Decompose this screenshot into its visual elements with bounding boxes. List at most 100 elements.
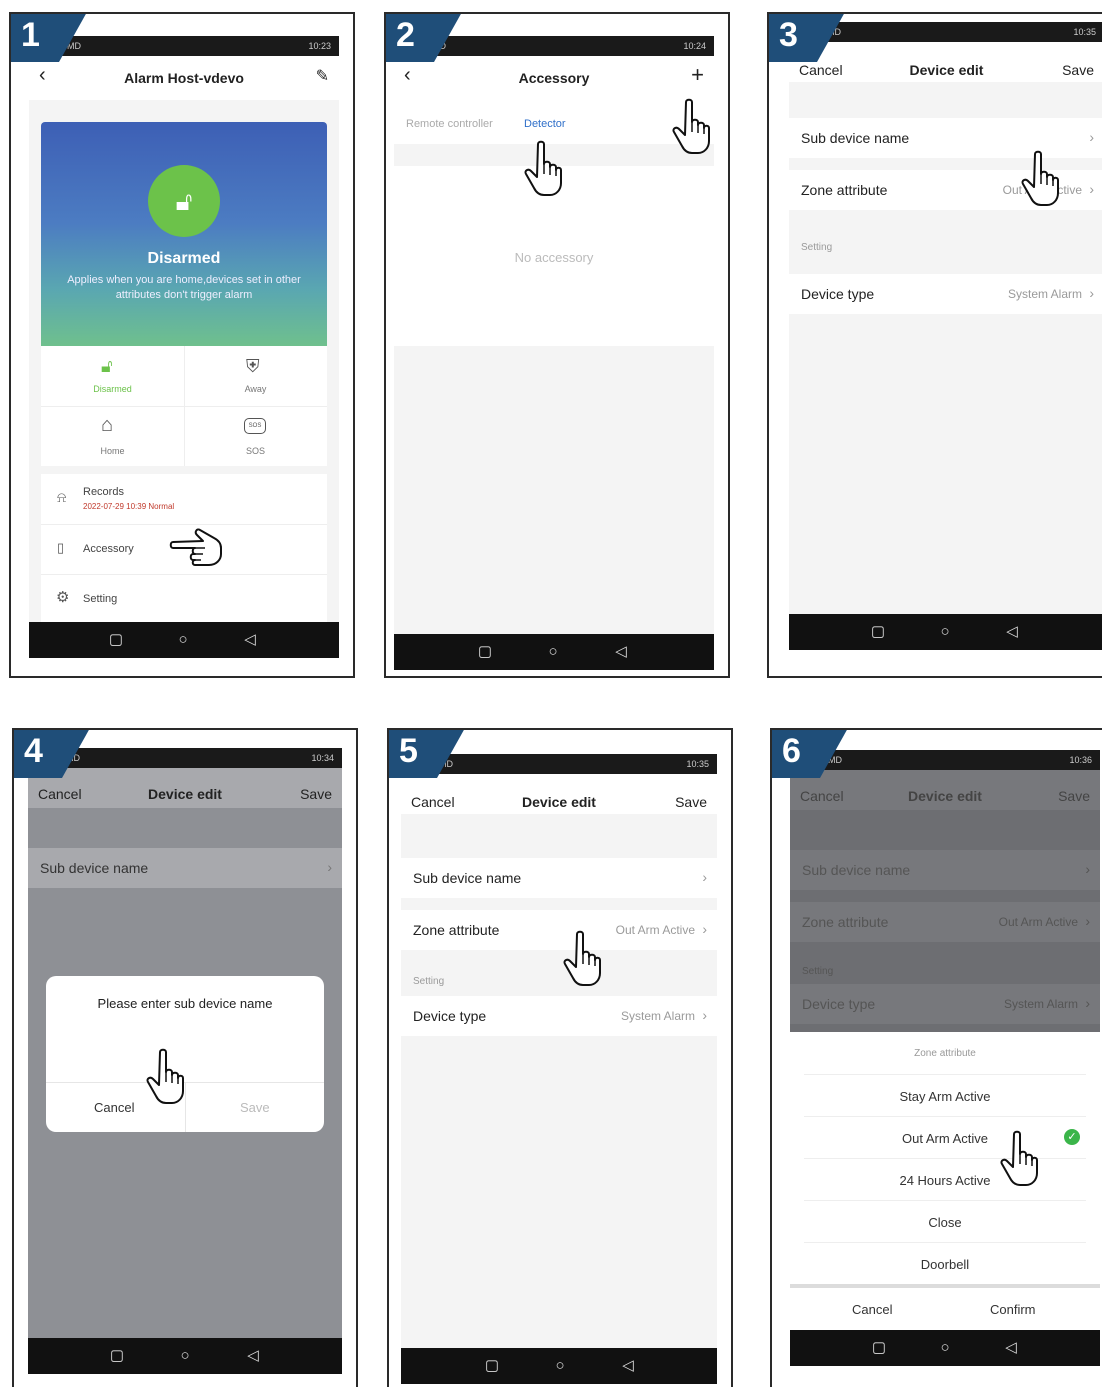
dialog-cancel-button[interactable]: Cancel: [94, 1100, 134, 1115]
save-button[interactable]: Save: [300, 786, 332, 802]
circle-nav-icon[interactable]: ○: [551, 1357, 569, 1375]
arm-state-label: Disarmed: [147, 250, 221, 267]
save-button[interactable]: Save: [675, 794, 707, 810]
sheet-confirm-button[interactable]: Confirm: [990, 1302, 1036, 1317]
section-header: Setting: [413, 976, 445, 987]
row-label: Device type: [802, 996, 876, 1012]
page-title: Device edit: [908, 788, 982, 804]
header: ‹ Alarm Host-vdevo ✎: [29, 56, 339, 100]
circle-nav-icon[interactable]: ○: [544, 643, 562, 661]
row-label: Zone attribute: [802, 914, 889, 930]
row-zone-attribute[interactable]: Zone attribute Out Arm Active ›: [401, 910, 717, 950]
plus-icon[interactable]: +: [691, 62, 704, 88]
header: Cancel Device edit Save: [401, 774, 717, 814]
menu-label: Setting: [83, 593, 118, 605]
mode-label: Disarmed: [93, 384, 132, 394]
save-button[interactable]: Save: [1062, 62, 1094, 78]
edit-icon[interactable]: ✎: [316, 66, 329, 86]
triangle-back-icon[interactable]: ◁: [1003, 623, 1021, 641]
menu-records[interactable]: ⍾ Records 2022-07-29 10:39 Normal: [41, 474, 327, 525]
mode-sos[interactable]: SOS SOS: [184, 406, 327, 466]
triangle-back-icon[interactable]: ◁: [612, 643, 630, 661]
page-title: Alarm Host-vdevo: [124, 70, 244, 86]
lock-open-icon[interactable]: 🔓︎: [148, 165, 220, 237]
triangle-back-icon[interactable]: ◁: [244, 1347, 262, 1365]
row-sub-device-name[interactable]: Sub device name ›: [790, 850, 1100, 890]
chevron-right-icon: ›: [1085, 913, 1090, 929]
step-panel-5: 5 MD 10:35 Cancel Device edit Save Sub de…: [387, 728, 733, 1387]
row-value: Out Arm Active: [998, 915, 1078, 929]
lock-open-icon: 🔓︎: [101, 356, 113, 376]
android-nav-bar: ▢ ○ ◁: [29, 622, 339, 658]
menu-label: Records: [83, 486, 124, 498]
phone-screen: MD 10:35 Cancel Device edit Save Sub devi…: [789, 22, 1102, 650]
option-label: 24 Hours Active: [899, 1173, 991, 1188]
option-close[interactable]: Close: [804, 1200, 1086, 1243]
circle-nav-icon[interactable]: ○: [176, 1347, 194, 1365]
page-title: Accessory: [518, 70, 590, 86]
square-nav-icon[interactable]: ▢: [107, 631, 125, 649]
triangle-back-icon[interactable]: ◁: [1002, 1339, 1020, 1357]
row-device-type[interactable]: Device type System Alarm ›: [401, 996, 717, 1036]
row-sub-device-name[interactable]: Sub device name ›: [401, 858, 717, 898]
record-timestamp: 2022-07-29 10:39 Normal: [83, 502, 175, 511]
chevron-right-icon: ›: [702, 921, 707, 937]
option-stay-arm-active[interactable]: Stay Arm Active: [804, 1074, 1086, 1117]
step-badge: 5: [389, 730, 465, 778]
dialog-save-button[interactable]: Save: [240, 1100, 270, 1115]
pointing-hand-icon: [1021, 150, 1061, 206]
square-nav-icon[interactable]: ▢: [870, 1339, 888, 1357]
option-24-hours-active[interactable]: 24 Hours Active: [804, 1158, 1086, 1201]
pointing-hand-icon: [169, 528, 229, 572]
step-badge: 6: [772, 730, 848, 778]
option-doorbell[interactable]: Doorbell: [804, 1242, 1086, 1285]
row-label: Device type: [413, 1008, 487, 1024]
chevron-right-icon: ›: [702, 869, 707, 885]
circle-nav-icon[interactable]: ○: [936, 1339, 954, 1357]
triangle-back-icon[interactable]: ◁: [241, 631, 259, 649]
mode-grid: 🔓︎ Disarmed ⛨ Away ⌂ Home SOS SOS: [41, 346, 327, 466]
pointing-hand-icon: [563, 930, 603, 986]
phone-screen: MD 10:36 Cancel Device edit Save Sub devi…: [790, 750, 1100, 1366]
row-value: System Alarm: [1007, 287, 1082, 301]
menu-setting[interactable]: ⚙ Setting: [41, 574, 327, 624]
gear-icon: ⚙: [56, 589, 70, 606]
mode-away[interactable]: ⛨ Away: [184, 346, 327, 407]
tab-bar: Remote controller Detector: [394, 100, 714, 144]
triangle-back-icon[interactable]: ◁: [619, 1357, 637, 1375]
option-out-arm-active[interactable]: Out Arm Active ✓: [804, 1116, 1086, 1159]
row-value: System Alarm: [1003, 997, 1078, 1011]
square-nav-icon[interactable]: ▢: [476, 643, 494, 661]
option-label: Doorbell: [920, 1257, 970, 1272]
square-nav-icon[interactable]: ▢: [108, 1347, 126, 1365]
sheet-cancel-button[interactable]: Cancel: [852, 1302, 892, 1317]
circle-nav-icon[interactable]: ○: [936, 623, 954, 641]
square-nav-icon[interactable]: ▢: [869, 623, 887, 641]
row-sub-device-name[interactable]: Sub device name ›: [28, 848, 342, 888]
android-nav-bar: ▢ ○ ◁: [28, 1338, 342, 1374]
row-zone-attribute[interactable]: Zone attribute Out Arm Active ›: [790, 902, 1100, 942]
tab-remote-controller[interactable]: Remote controller: [406, 118, 493, 130]
save-button[interactable]: Save: [1058, 788, 1090, 804]
row-device-type[interactable]: Device type System Alarm ›: [789, 274, 1102, 314]
mode-label: SOS: [245, 446, 265, 456]
pointing-hand-icon: [146, 1048, 186, 1104]
row-label: Sub device name: [413, 870, 522, 886]
mode-label: Away: [244, 384, 267, 394]
empty-message: No accessory: [514, 250, 594, 265]
page-title: Device edit: [148, 786, 222, 802]
circle-nav-icon[interactable]: ○: [174, 631, 192, 649]
section-header: Setting: [801, 242, 833, 253]
mode-disarmed[interactable]: 🔓︎ Disarmed: [41, 346, 185, 407]
square-nav-icon[interactable]: ▢: [483, 1357, 501, 1375]
row-device-type[interactable]: Device type System Alarm ›: [790, 984, 1100, 1024]
zone-attribute-sheet: Zone attribute Stay Arm Active Out Arm A…: [790, 1032, 1100, 1330]
header: ‹ Accessory +: [394, 56, 714, 100]
chevron-right-icon: ›: [1089, 285, 1094, 301]
chevron-right-icon: ›: [1085, 861, 1090, 877]
option-label: Close: [928, 1215, 962, 1230]
row-label: Zone attribute: [413, 922, 500, 938]
tab-detector[interactable]: Detector: [524, 118, 566, 130]
option-label: Out Arm Active: [902, 1131, 988, 1146]
mode-home[interactable]: ⌂ Home: [41, 406, 185, 466]
